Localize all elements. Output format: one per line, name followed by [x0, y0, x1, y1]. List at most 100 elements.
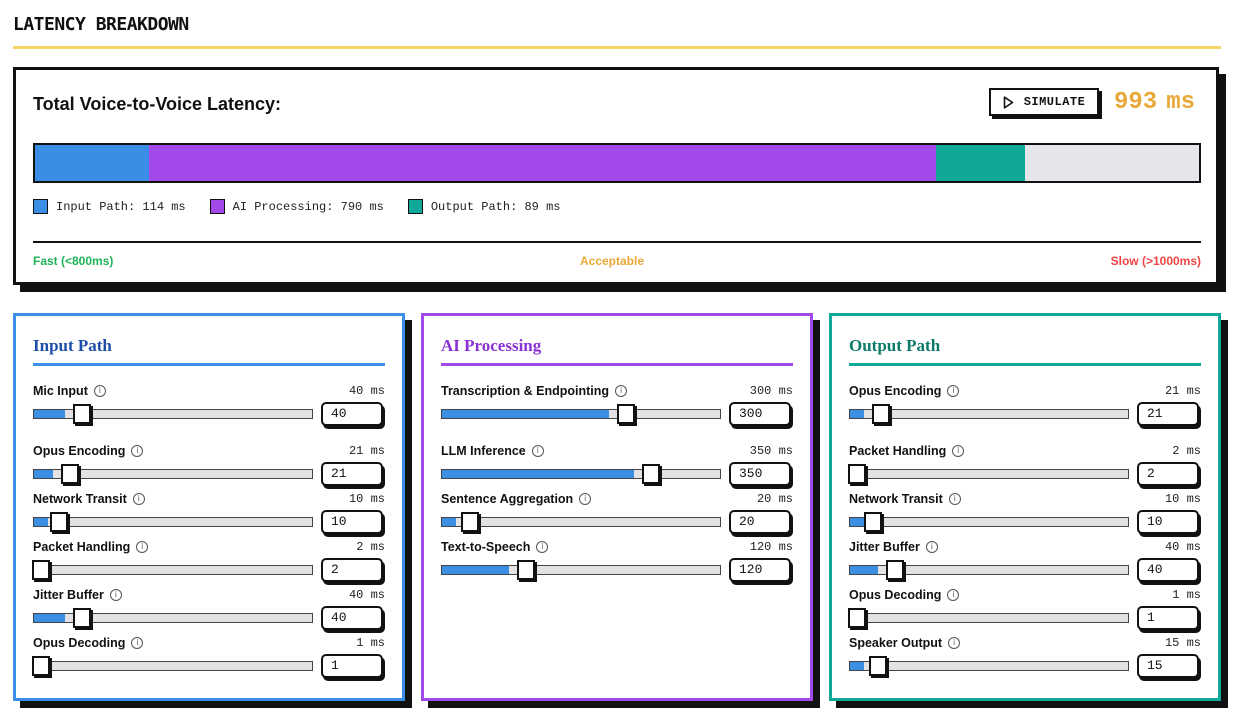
slider-thumb[interactable] — [864, 512, 882, 532]
latency-slider[interactable] — [32, 560, 313, 580]
row-label: Network Transit — [33, 492, 127, 506]
latency-slider[interactable] — [33, 608, 313, 628]
latency-number-input[interactable]: 120 — [729, 558, 791, 582]
latency-number-input[interactable]: 10 — [1137, 510, 1199, 534]
row-label-group: Packet Handling i — [33, 540, 149, 554]
row-ms-value: 120 ms — [749, 540, 793, 554]
latency-slider[interactable] — [33, 404, 313, 424]
total-latency-number: 993 — [1114, 89, 1158, 116]
slider-thumb[interactable] — [617, 404, 635, 424]
info-icon[interactable]: i — [948, 637, 961, 649]
info-icon[interactable]: i — [131, 445, 144, 457]
slider-fill — [34, 410, 65, 418]
simulate-button[interactable]: SIMULATE — [989, 88, 1099, 116]
latency-slider[interactable] — [848, 464, 1129, 484]
slider-thumb[interactable] — [461, 512, 479, 532]
latency-slider[interactable] — [441, 560, 721, 580]
latency-slider[interactable] — [33, 512, 313, 532]
latency-number-input[interactable]: 40 — [1137, 558, 1199, 582]
row-label: Jitter Buffer — [33, 588, 104, 602]
info-icon[interactable]: i — [947, 385, 960, 397]
row-ms-value: 2 ms — [1172, 444, 1201, 458]
info-icon[interactable]: i — [925, 541, 938, 553]
row-ms-value: 10 ms — [348, 492, 385, 506]
latency-slider[interactable] — [33, 464, 313, 484]
slider-thumb[interactable] — [50, 512, 68, 532]
latency-slider[interactable] — [32, 656, 313, 676]
slider-thumb[interactable] — [869, 656, 887, 676]
latency-slider[interactable] — [848, 608, 1129, 628]
slider-thumb[interactable] — [872, 404, 890, 424]
info-icon[interactable]: i — [952, 445, 965, 457]
legend-item: Input Path: 114 ms — [33, 199, 186, 214]
latency-legend: Input Path: 114 ms AI Processing: 790 ms O… — [33, 199, 560, 214]
row-ms-value: 350 ms — [749, 444, 793, 458]
slider-thumb[interactable] — [61, 464, 79, 484]
latency-slider[interactable] — [849, 512, 1129, 532]
latency-number-input[interactable]: 10 — [321, 510, 383, 534]
latency-slider[interactable] — [441, 512, 721, 532]
latency-row: Packet Handling i 2 ms 2 — [32, 540, 385, 588]
row-ms-value: 15 ms — [1164, 636, 1201, 650]
latency-number-input[interactable]: 15 — [1137, 654, 1199, 678]
slider-thumb[interactable] — [848, 464, 866, 484]
slider-thumb[interactable] — [848, 608, 866, 628]
row-label: Packet Handling — [33, 540, 131, 554]
latency-number-input[interactable]: 2 — [1137, 462, 1199, 486]
latency-number-input[interactable]: 40 — [321, 606, 383, 630]
info-icon[interactable]: i — [536, 541, 549, 553]
info-icon[interactable]: i — [136, 541, 149, 553]
latency-number-input[interactable]: 21 — [1137, 402, 1199, 426]
row-label: Text-to-Speech — [441, 540, 531, 554]
slider-thumb[interactable] — [73, 608, 91, 628]
row-label-group: Network Transit i — [33, 492, 145, 506]
play-icon — [1003, 95, 1014, 109]
latency-slider[interactable] — [849, 404, 1129, 424]
legend-item: Output Path: 89 ms — [407, 199, 560, 214]
slider-fill — [850, 662, 864, 670]
row-ms-value: 21 ms — [1164, 384, 1201, 398]
info-icon[interactable]: i — [531, 445, 544, 457]
info-icon[interactable]: i — [947, 589, 960, 601]
row-label: Speaker Output — [849, 636, 943, 650]
latency-number-input[interactable]: 1 — [1137, 606, 1199, 630]
latency-number-input[interactable]: 350 — [729, 462, 791, 486]
latency-number-input[interactable]: 1 — [321, 654, 383, 678]
info-icon[interactable]: i — [948, 493, 961, 505]
row-ms-value: 40 ms — [348, 588, 385, 602]
latency-number-input[interactable]: 300 — [729, 402, 791, 426]
slider-thumb[interactable] — [886, 560, 904, 580]
panel-title: AI Processing — [441, 336, 542, 355]
row-label-group: LLM Inference i — [441, 444, 544, 458]
latency-number-input[interactable]: 40 — [321, 402, 383, 426]
slider-thumb[interactable] — [642, 464, 660, 484]
row-label-group: Network Transit i — [849, 492, 961, 506]
slider-thumb[interactable] — [32, 656, 50, 676]
info-icon[interactable]: i — [131, 637, 144, 649]
latency-row: Network Transit i 10 ms 10 — [33, 492, 385, 540]
latency-number-input[interactable]: 21 — [321, 462, 383, 486]
latency-slider[interactable] — [849, 560, 1129, 580]
slider-thumb[interactable] — [73, 404, 91, 424]
latency-number-input[interactable]: 2 — [321, 558, 383, 582]
slider-fill — [34, 470, 53, 478]
slider-fill — [850, 518, 864, 526]
info-icon[interactable]: i — [579, 493, 592, 505]
slider-thumb[interactable] — [517, 560, 535, 580]
latency-slider[interactable] — [849, 656, 1129, 676]
latency-row: Opus Encoding i 21 ms 21 — [849, 384, 1201, 432]
info-icon[interactable]: i — [615, 385, 628, 397]
row-label: Transcription & Endpointing — [441, 384, 610, 398]
latency-slider[interactable] — [441, 464, 721, 484]
latency-number-input[interactable]: 20 — [729, 510, 791, 534]
info-icon[interactable]: i — [109, 589, 122, 601]
latency-row: Mic Input i 40 ms 40 — [33, 384, 385, 432]
row-label-group: Opus Decoding i — [849, 588, 960, 602]
info-icon[interactable]: i — [132, 493, 145, 505]
slider-thumb[interactable] — [32, 560, 50, 580]
latency-slider[interactable] — [441, 404, 721, 424]
info-icon[interactable]: i — [93, 385, 106, 397]
latency-row: Opus Decoding i 1 ms 1 — [848, 588, 1201, 636]
slider-fill — [442, 566, 509, 574]
row-ms-value: 40 ms — [348, 384, 385, 398]
